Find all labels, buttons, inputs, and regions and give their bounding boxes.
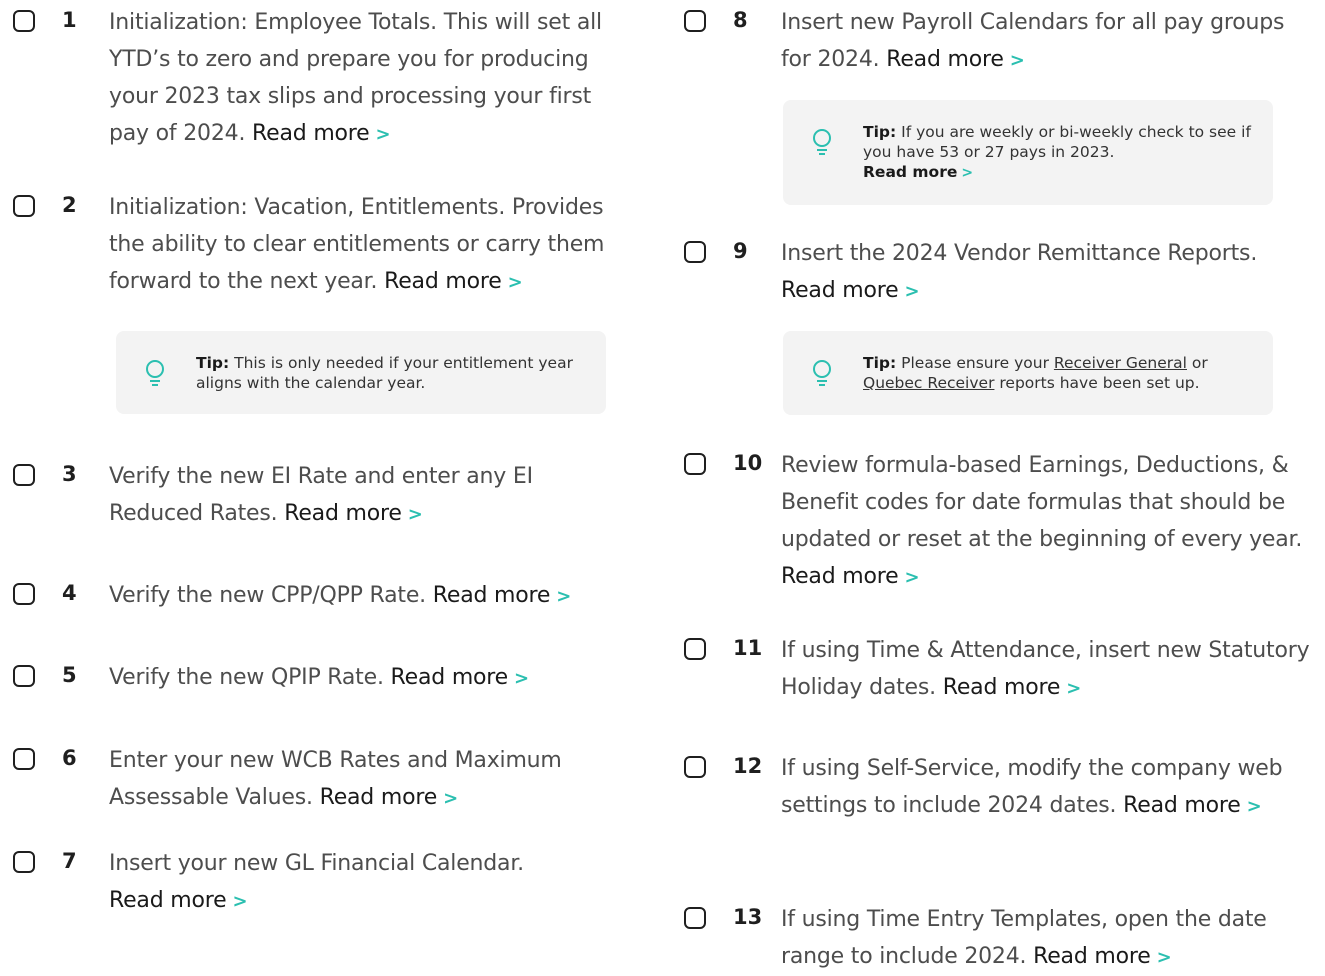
item-text-9: Insert the 2024 Vendor Remittance Report… — [781, 241, 1258, 266]
chevron-right-icon: > — [507, 272, 523, 293]
read-more-link-2[interactable]: Read more > — [384, 269, 523, 294]
item-text-13: If using Time Entry Templates, open the … — [781, 907, 1267, 969]
read-more-link-3[interactable]: Read more > — [284, 501, 423, 526]
checkbox-5[interactable] — [13, 665, 35, 687]
chevron-right-icon: > — [904, 567, 920, 588]
item-number-5: 5 — [62, 663, 77, 687]
item-number-12: 12 — [733, 754, 763, 778]
tip-text: If you are weekly or bi-weekly check to … — [863, 123, 1251, 161]
tip-box-entitlements: Tip: This is only needed if your entitle… — [116, 331, 606, 414]
item-text-10: Review formula-based Earnings, Deduction… — [781, 453, 1303, 552]
checkbox-11[interactable] — [684, 638, 706, 660]
tip-box-pays: Tip: If you are weekly or bi-weekly chec… — [783, 100, 1273, 205]
tip-read-more-link[interactable]: Read more > — [863, 163, 973, 181]
quebec-receiver-link[interactable]: Quebec Receiver — [863, 374, 994, 392]
item-number-11: 11 — [733, 636, 763, 660]
tip-text: Please ensure your — [901, 354, 1049, 372]
read-more-link-6[interactable]: Read more > — [320, 785, 459, 810]
item-text-2: Initialization: Vacation, Entitlements. … — [109, 195, 605, 294]
item-number-4: 4 — [62, 581, 77, 605]
item-number-1: 1 — [62, 8, 77, 32]
tip-label: Tip: — [863, 123, 897, 141]
chevron-right-icon: > — [904, 281, 920, 302]
chevron-right-icon: > — [514, 668, 529, 689]
checkbox-1[interactable] — [13, 10, 35, 32]
item-number-7: 7 — [62, 849, 77, 873]
read-more-link-1[interactable]: Read more > — [252, 121, 391, 146]
read-more-link-9[interactable]: Read more > — [781, 278, 920, 303]
checkbox-4[interactable] — [13, 583, 35, 605]
read-more-link-4[interactable]: Read more > — [433, 583, 572, 608]
tip-label: Tip: — [863, 354, 897, 372]
item-text-8: Insert new Payroll Calendars for all pay… — [781, 10, 1285, 72]
chevron-right-icon: > — [1246, 796, 1262, 817]
chevron-right-icon: > — [407, 504, 423, 525]
item-number-6: 6 — [62, 746, 77, 770]
item-text-7: Insert your new GL Financial Calendar. — [109, 851, 524, 876]
checkbox-12[interactable] — [684, 756, 706, 778]
lightbulb-icon — [813, 360, 831, 386]
read-more-link-12[interactable]: Read more > — [1123, 793, 1262, 818]
read-more-link-8[interactable]: Read more > — [886, 47, 1025, 72]
checkbox-13[interactable] — [684, 907, 706, 929]
checkbox-10[interactable] — [684, 453, 706, 475]
chevron-right-icon: > — [375, 124, 391, 145]
item-text-5: Verify the new QPIP Rate. — [109, 665, 384, 690]
chevron-right-icon: > — [1066, 678, 1082, 699]
lightbulb-icon — [813, 129, 831, 155]
checkbox-7[interactable] — [13, 851, 35, 873]
checkbox-2[interactable] — [13, 195, 35, 217]
read-more-link-10[interactable]: Read more > — [781, 564, 920, 589]
chevron-right-icon: > — [961, 165, 974, 181]
tip-box-receivers: Tip: Please ensure your Receiver General… — [783, 331, 1273, 415]
checkbox-8[interactable] — [684, 10, 706, 32]
read-more-link-7[interactable]: Read more > — [109, 888, 248, 913]
chevron-right-icon: > — [232, 891, 248, 912]
item-number-2: 2 — [62, 193, 77, 217]
read-more-link-11[interactable]: Read more > — [943, 675, 1082, 700]
item-number-10: 10 — [733, 451, 763, 475]
checkbox-9[interactable] — [684, 241, 706, 263]
item-number-3: 3 — [62, 462, 77, 486]
item-number-13: 13 — [733, 905, 763, 929]
item-text-4: Verify the new CPP/QPP Rate. — [109, 583, 426, 608]
chevron-right-icon: > — [556, 586, 572, 607]
read-more-link-5[interactable]: Read more > — [391, 665, 530, 690]
tip-label: Tip: — [196, 354, 230, 372]
receiver-general-link[interactable]: Receiver General — [1054, 354, 1187, 372]
chevron-right-icon: > — [1009, 50, 1025, 71]
checkbox-6[interactable] — [13, 748, 35, 770]
lightbulb-icon — [146, 360, 164, 386]
read-more-link-13[interactable]: Read more > — [1033, 944, 1172, 969]
item-number-8: 8 — [733, 8, 748, 32]
checkbox-3[interactable] — [13, 464, 35, 486]
tip-text: This is only needed if your entitlement … — [196, 354, 573, 392]
chevron-right-icon: > — [443, 788, 458, 809]
chevron-right-icon: > — [1156, 947, 1172, 968]
item-number-9: 9 — [733, 239, 748, 263]
